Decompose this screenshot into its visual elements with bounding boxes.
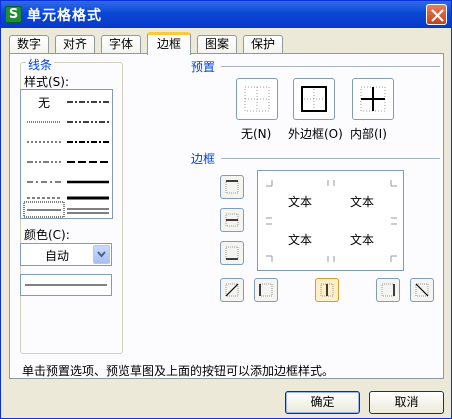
preview-text: 文本 [288, 195, 313, 209]
border-diagonal-down-button[interactable] [410, 278, 434, 302]
border-top-icon [225, 180, 239, 194]
border-inside-vertical-icon [320, 283, 334, 297]
preview-text: 文本 [288, 233, 313, 247]
presets-divider [221, 66, 440, 68]
hint-text: 单击预置选项、预览草图及上面的按钮可以添加边框样式。 [22, 364, 335, 378]
close-icon [431, 9, 444, 22]
tab-font[interactable]: 字体 [101, 35, 141, 54]
border-group-label: 边框 [191, 152, 216, 166]
format-cells-dialog: S 单元格格式 数字 对齐 字体 边框 图案 保护 线条 样式(S): 无 颜色… [0, 0, 452, 419]
border-diagonal-up-icon [225, 283, 239, 297]
app-icon: S [5, 6, 22, 23]
cancel-button[interactable]: 取消 [369, 391, 444, 414]
preset-inside-icon [360, 86, 386, 112]
preset-none-icon [244, 86, 270, 112]
presets-group-label: 预置 [191, 60, 216, 74]
preset-inside-button[interactable] [352, 78, 394, 120]
preset-none-button[interactable] [236, 78, 278, 120]
tab-alignment[interactable]: 对齐 [55, 35, 95, 54]
title-bar: S 单元格格式 [1, 1, 451, 28]
color-value: 自动 [44, 249, 69, 263]
preview-text: 文本 [350, 195, 375, 209]
color-label: 颜色(C): [24, 228, 70, 242]
tab-pattern[interactable]: 图案 [197, 35, 237, 54]
tab-number[interactable]: 数字 [9, 35, 49, 54]
border-divider [221, 158, 440, 160]
line-style-list[interactable]: 无 [20, 89, 113, 219]
tab-border[interactable]: 边框 [147, 32, 191, 55]
preset-inside-label: 内部(I) [350, 127, 387, 141]
close-button[interactable] [426, 4, 447, 25]
preset-none-label: 无(N) [241, 127, 272, 141]
window-title: 单元格格式 [27, 8, 102, 24]
border-left-button[interactable] [254, 278, 278, 302]
color-dropdown[interactable]: 自动 [20, 243, 112, 266]
border-right-icon [381, 283, 395, 297]
border-inside-horizontal-button[interactable] [220, 208, 244, 232]
preset-outline-label: 外边框(O) [288, 127, 343, 141]
chevron-down-icon [97, 251, 106, 258]
line-style-swatches[interactable] [21, 90, 114, 220]
border-diagonal-down-icon [415, 283, 429, 297]
border-bottom-icon [225, 246, 239, 260]
border-top-button[interactable] [220, 175, 244, 199]
preview-corner-ticks [266, 180, 397, 262]
border-inside-vertical-button[interactable] [315, 278, 339, 302]
ok-button[interactable]: 确定 [285, 391, 360, 414]
border-right-button[interactable] [376, 278, 400, 302]
preview-text: 文本 [350, 233, 375, 247]
style-label: 样式(S): [24, 75, 70, 89]
border-bottom-button[interactable] [220, 241, 244, 265]
dropdown-button[interactable] [93, 245, 110, 264]
border-inside-horizontal-icon [225, 213, 239, 227]
border-preview[interactable]: 文本 文本 文本 文本 [257, 170, 404, 271]
preset-outline-icon [301, 86, 327, 112]
tab-protection[interactable]: 保护 [243, 35, 283, 54]
line-group-label: 线条 [26, 56, 55, 73]
line-style-preview [20, 274, 112, 296]
border-left-icon [259, 283, 273, 297]
tab-panel: 线条 样式(S): 无 颜色(C): 自动 预置 无(N) 外边框(O) 内部(… [9, 53, 444, 379]
preset-outline-button[interactable] [293, 78, 335, 120]
border-diagonal-up-button[interactable] [220, 278, 244, 302]
